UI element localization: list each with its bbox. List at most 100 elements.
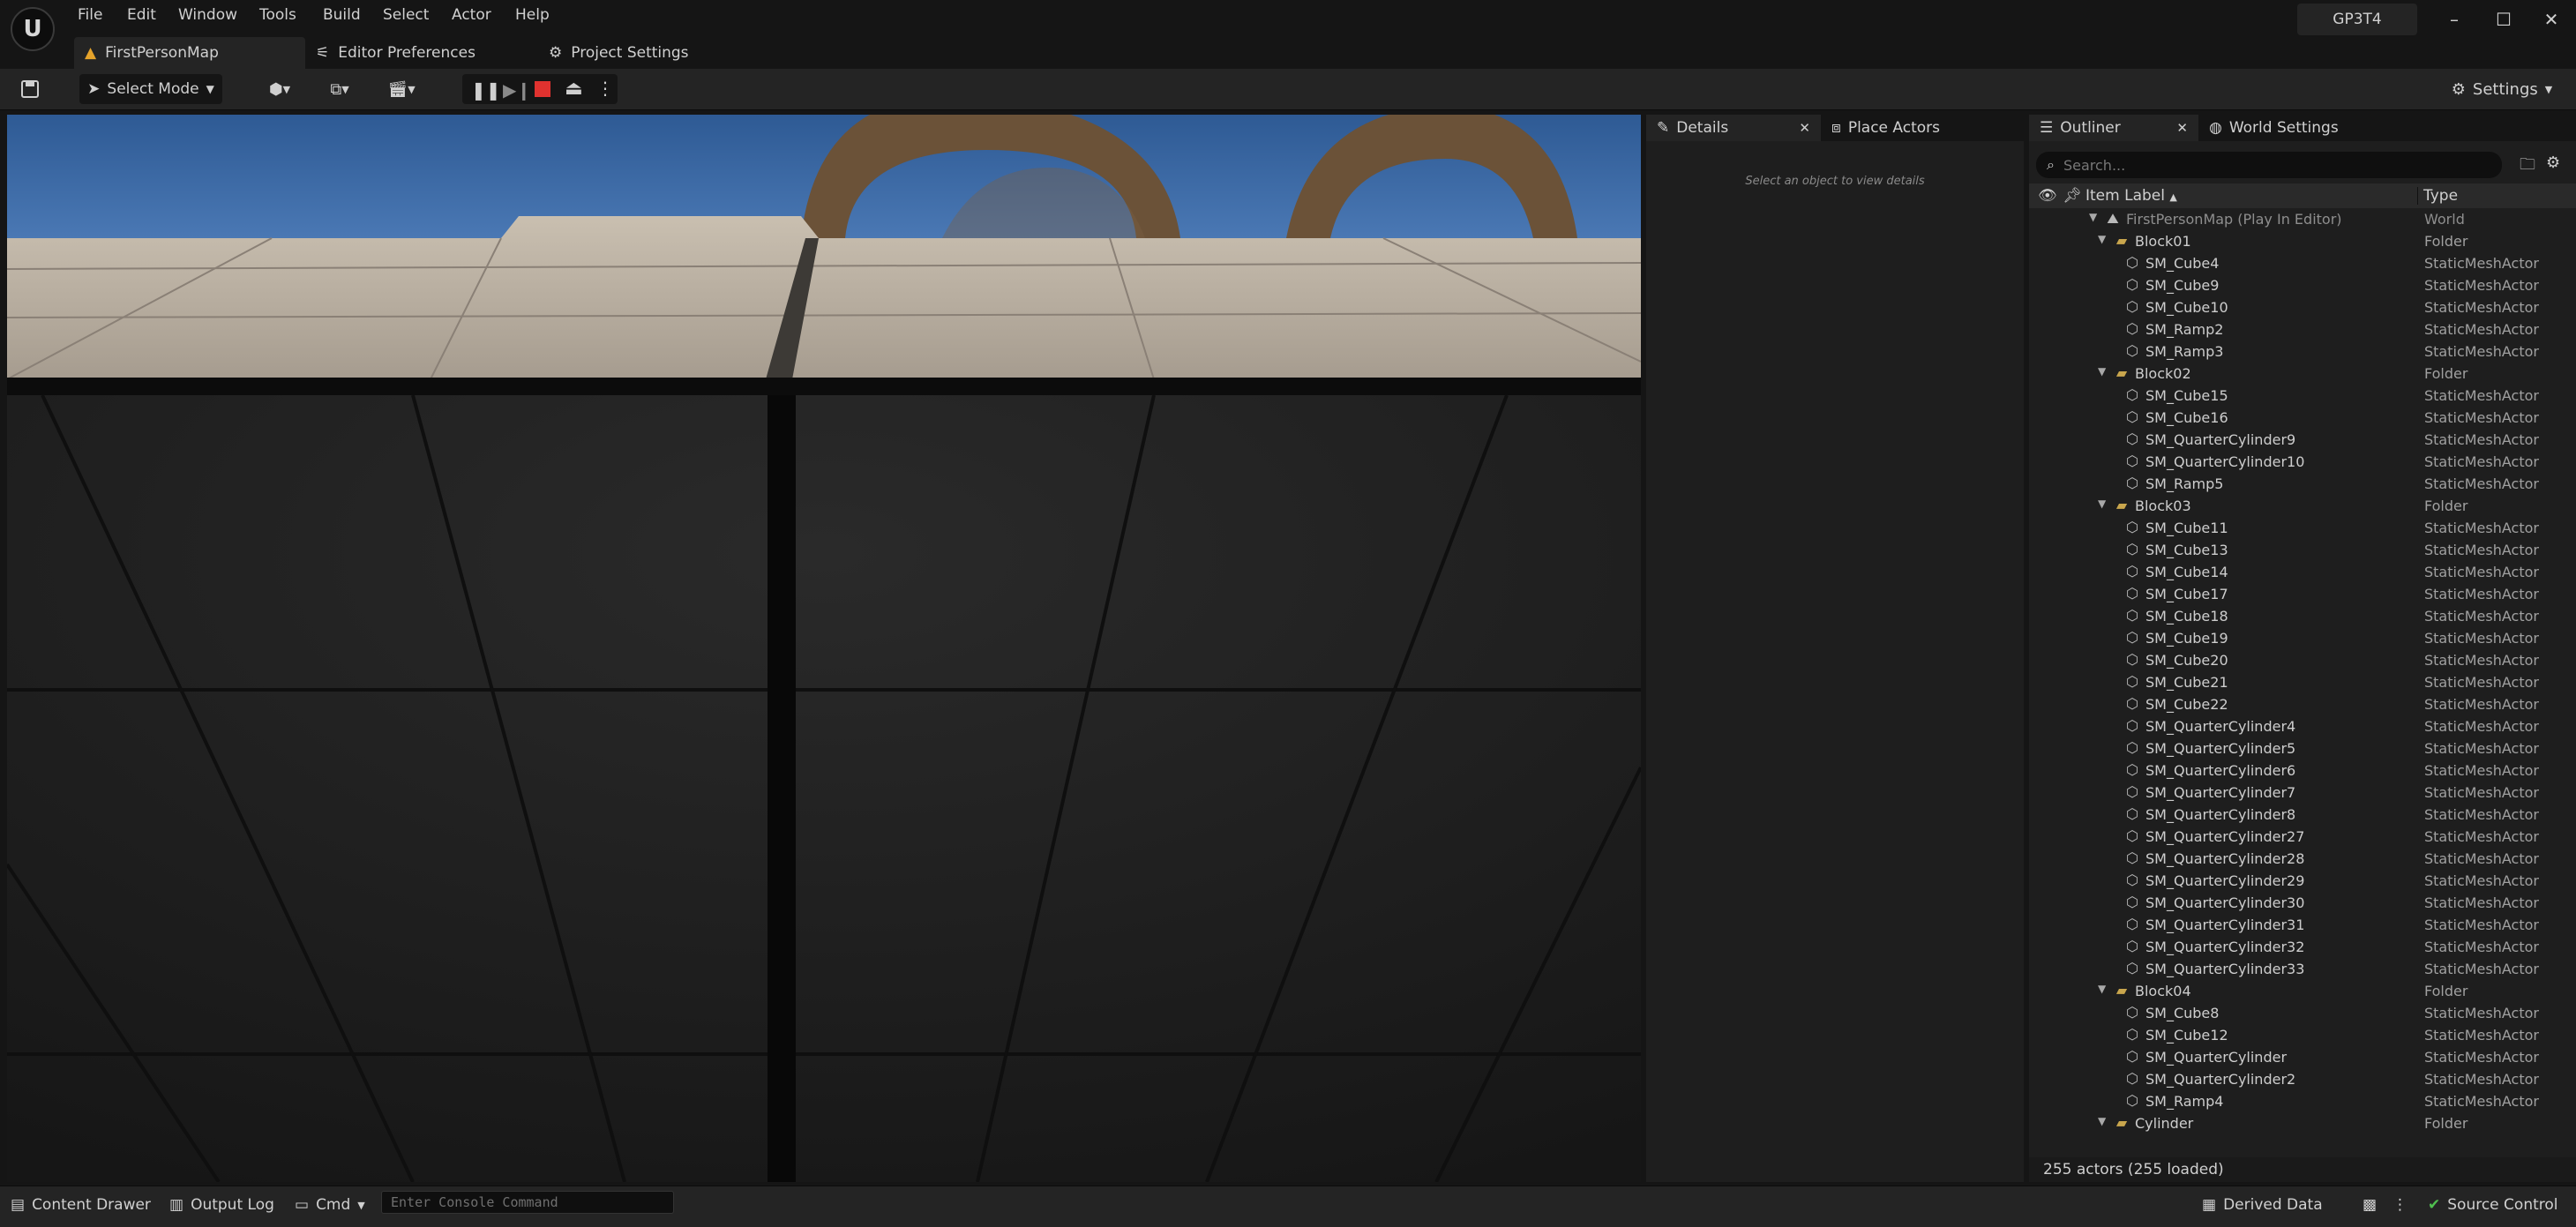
tab-outliner[interactable]: ☰ Outliner ✕	[2029, 115, 2198, 141]
outliner-folder-row[interactable]: ▼ ▰ Block04 Folder	[2029, 980, 2567, 1002]
menu-file[interactable]: File	[78, 6, 102, 27]
outliner-actor-row[interactable]: ⬡ SM_QuarterCylinder10 StaticMeshActor	[2029, 451, 2567, 473]
minimize-icon[interactable]: –	[2437, 5, 2472, 34]
outliner-actor-row[interactable]: ⬡ SM_QuarterCylinder33 StaticMeshActor	[2029, 958, 2567, 980]
outliner-actor-row[interactable]: ⬡ SM_Cube20 StaticMeshActor	[2029, 649, 2567, 671]
unreal-logo-icon[interactable]: U	[11, 7, 55, 51]
visibility-eye-icon[interactable]: 👁︎	[2038, 187, 2057, 205]
expand-arrow-icon[interactable]: ▼	[2098, 498, 2106, 510]
expand-arrow-icon[interactable]: ▼	[2098, 365, 2106, 378]
more-options-icon[interactable]: ⋮	[596, 78, 614, 99]
menu-tools[interactable]: Tools	[259, 6, 296, 27]
outliner-actor-row[interactable]: ⬡ SM_QuarterCylinder28 StaticMeshActor	[2029, 848, 2567, 870]
tab-world-settings[interactable]: ◍ World Settings	[2198, 115, 2349, 141]
more-icon[interactable]: ⋮	[2393, 1191, 2408, 1219]
tab-editor-preferences[interactable]: ⚟ Editor Preferences	[316, 37, 476, 69]
outliner-actor-row[interactable]: ⬡ SM_Cube11 StaticMeshActor	[2029, 517, 2567, 539]
outliner-actor-row[interactable]: ⬡ SM_Cube18 StaticMeshActor	[2029, 605, 2567, 627]
tab-place-actors[interactable]: ⧈ Place Actors	[1821, 115, 1951, 141]
pin-icon[interactable]: 📌︎	[2063, 187, 2082, 205]
item-type: Folder	[2424, 233, 2468, 250]
outliner-actor-row[interactable]: ⬡ SM_Cube4 StaticMeshActor	[2029, 252, 2567, 274]
outliner-world-row[interactable]: ▼ ⛰ FirstPersonMap (Play In Editor) World	[2029, 208, 2567, 230]
maximize-icon[interactable]: ☐	[2486, 5, 2521, 34]
outliner-actor-row[interactable]: ⬡ SM_Cube21 StaticMeshActor	[2029, 671, 2567, 693]
outliner-actor-row[interactable]: ⬡ SM_QuarterCylinder7 StaticMeshActor	[2029, 782, 2567, 804]
cinematics-button[interactable]: 🎬︎ ▼	[379, 74, 423, 104]
outliner-actor-row[interactable]: ⬡ SM_Ramp3 StaticMeshActor	[2029, 340, 2567, 363]
outliner-actor-row[interactable]: ⬡ SM_QuarterCylinder30 StaticMeshActor	[2029, 892, 2567, 914]
outliner-folder-row[interactable]: ▼ ▰ Block03 Folder	[2029, 495, 2567, 517]
menu-window[interactable]: Window	[178, 6, 237, 27]
tab-first-person-map[interactable]: ▲ FirstPersonMap	[74, 37, 305, 69]
outliner-actor-row[interactable]: ⬡ SM_QuarterCylinder4 StaticMeshActor	[2029, 715, 2567, 737]
outliner-actor-row[interactable]: ⬡ SM_Cube15 StaticMeshActor	[2029, 385, 2567, 407]
outliner-actor-row[interactable]: ⬡ SM_QuarterCylinder29 StaticMeshActor	[2029, 870, 2567, 892]
column-item-label[interactable]: Item Label ▲	[2086, 187, 2177, 205]
expand-arrow-icon[interactable]: ▼	[2089, 211, 2097, 223]
content-drawer-button[interactable]: ▤ Content Drawer	[11, 1191, 151, 1219]
tab-details[interactable]: ✎ Details ✕	[1646, 115, 1821, 141]
level-viewport[interactable]	[7, 115, 1641, 1182]
outliner-actor-row[interactable]: ⬡ SM_Cube17 StaticMeshActor	[2029, 583, 2567, 605]
outliner-actor-row[interactable]: ⬡ SM_Ramp5 StaticMeshActor	[2029, 473, 2567, 495]
outliner-tree: ▼ ⛰ FirstPersonMap (Play In Editor) World ▼ ▰…	[2029, 208, 2567, 1166]
outliner-actor-row[interactable]: ⬡ SM_Cube13 StaticMeshActor	[2029, 539, 2567, 561]
close-tab-icon[interactable]: ✕	[2176, 120, 2188, 136]
outliner-actor-row[interactable]: ⬡ SM_Cube16 StaticMeshActor	[2029, 407, 2567, 429]
new-folder-icon[interactable]: 🗀︎	[2520, 153, 2535, 180]
outliner-actor-row[interactable]: ⬡ SM_QuarterCylinder StaticMeshActor	[2029, 1046, 2567, 1068]
source-control-button[interactable]: ✔ Source Control	[2428, 1191, 2558, 1219]
menu-build[interactable]: Build	[323, 6, 361, 27]
outliner-actor-row[interactable]: ⬡ SM_Ramp2 StaticMeshActor	[2029, 318, 2567, 340]
outliner-actor-row[interactable]: ⬡ SM_Cube19 StaticMeshActor	[2029, 627, 2567, 649]
outliner-actor-row[interactable]: ⬡ SM_Cube12 StaticMeshActor	[2029, 1024, 2567, 1046]
outliner-actor-row[interactable]: ⬡ SM_Ramp4 StaticMeshActor	[2029, 1090, 2567, 1112]
outliner-actor-row[interactable]: ⬡ SM_QuarterCylinder5 StaticMeshActor	[2029, 737, 2567, 759]
outliner-folder-row[interactable]: ▼ ▰ Block01 Folder	[2029, 230, 2567, 252]
stop-icon[interactable]	[535, 81, 550, 97]
outliner-actor-row[interactable]: ⬡ SM_Cube14 StaticMeshActor	[2029, 561, 2567, 583]
expand-arrow-icon[interactable]: ▼	[2098, 983, 2106, 995]
expand-arrow-icon[interactable]: ▼	[2098, 233, 2106, 245]
outliner-actor-row[interactable]: ⬡ SM_QuarterCylinder6 StaticMeshActor	[2029, 759, 2567, 782]
notifications-icon[interactable]: ▩	[2363, 1191, 2377, 1219]
eject-icon[interactable]: ⏏	[565, 78, 583, 100]
cmd-dropdown[interactable]: ▭ Cmd ▼	[295, 1191, 365, 1219]
menu-actor[interactable]: Actor	[452, 6, 491, 27]
outliner-actor-row[interactable]: ⬡ SM_QuarterCylinder31 StaticMeshActor	[2029, 914, 2567, 936]
outliner-folder-row[interactable]: ▼ ▰ Cylinder Folder	[2029, 1112, 2567, 1134]
column-type[interactable]: Type	[2417, 187, 2458, 205]
outliner-search-input[interactable]: ⌕ Search...	[2036, 152, 2502, 178]
skip-frame-icon[interactable]: ▶❙	[503, 79, 531, 101]
settings-button[interactable]: ⚙ Settings ▼	[2449, 74, 2555, 104]
outliner-settings-gear-icon[interactable]: ⚙	[2546, 153, 2560, 172]
select-mode-dropdown[interactable]: ➤ Select Mode ▼	[79, 74, 222, 104]
outliner-actor-row[interactable]: ⬡ SM_Cube9 StaticMeshActor	[2029, 274, 2567, 296]
menu-help[interactable]: Help	[515, 6, 550, 27]
outliner-actor-row[interactable]: ⬡ SM_QuarterCylinder8 StaticMeshActor	[2029, 804, 2567, 826]
blueprints-button[interactable]: ⧉ ▼	[318, 74, 362, 104]
outliner-folder-row[interactable]: ▼ ▰ Block02 Folder	[2029, 363, 2567, 385]
outliner-actor-row[interactable]: ⬡ SM_Cube10 StaticMeshActor	[2029, 296, 2567, 318]
outliner-actor-row[interactable]: ⬡ SM_Cube22 StaticMeshActor	[2029, 693, 2567, 715]
outliner-actor-row[interactable]: ⬡ SM_QuarterCylinder27 StaticMeshActor	[2029, 826, 2567, 848]
item-label: FirstPersonMap (Play In Editor)	[2126, 211, 2342, 228]
console-command-input[interactable]: Enter Console Command	[381, 1191, 674, 1214]
pause-icon[interactable]: ❚❚	[471, 79, 501, 101]
close-tab-icon[interactable]: ✕	[1799, 120, 1810, 136]
expand-arrow-icon[interactable]: ▼	[2098, 1115, 2106, 1127]
menu-edit[interactable]: Edit	[127, 6, 156, 27]
outliner-actor-row[interactable]: ⬡ SM_QuarterCylinder32 StaticMeshActor	[2029, 936, 2567, 958]
tab-project-settings[interactable]: ⚙ Project Settings	[549, 37, 689, 69]
outliner-actor-row[interactable]: ⬡ SM_Cube8 StaticMeshActor	[2029, 1002, 2567, 1024]
menu-select[interactable]: Select	[383, 6, 429, 27]
output-log-button[interactable]: ▥ Output Log	[169, 1191, 274, 1219]
add-actor-button[interactable]: ⬢ ▼	[258, 74, 302, 104]
derived-data-button[interactable]: ▦ Derived Data	[2202, 1191, 2323, 1219]
static-mesh-icon: ⬡	[2126, 430, 2138, 447]
save-icon[interactable]	[14, 74, 46, 104]
close-window-icon[interactable]: ✕	[2534, 5, 2569, 34]
outliner-actor-row[interactable]: ⬡ SM_QuarterCylinder2 StaticMeshActor	[2029, 1068, 2567, 1090]
outliner-actor-row[interactable]: ⬡ SM_QuarterCylinder9 StaticMeshActor	[2029, 429, 2567, 451]
